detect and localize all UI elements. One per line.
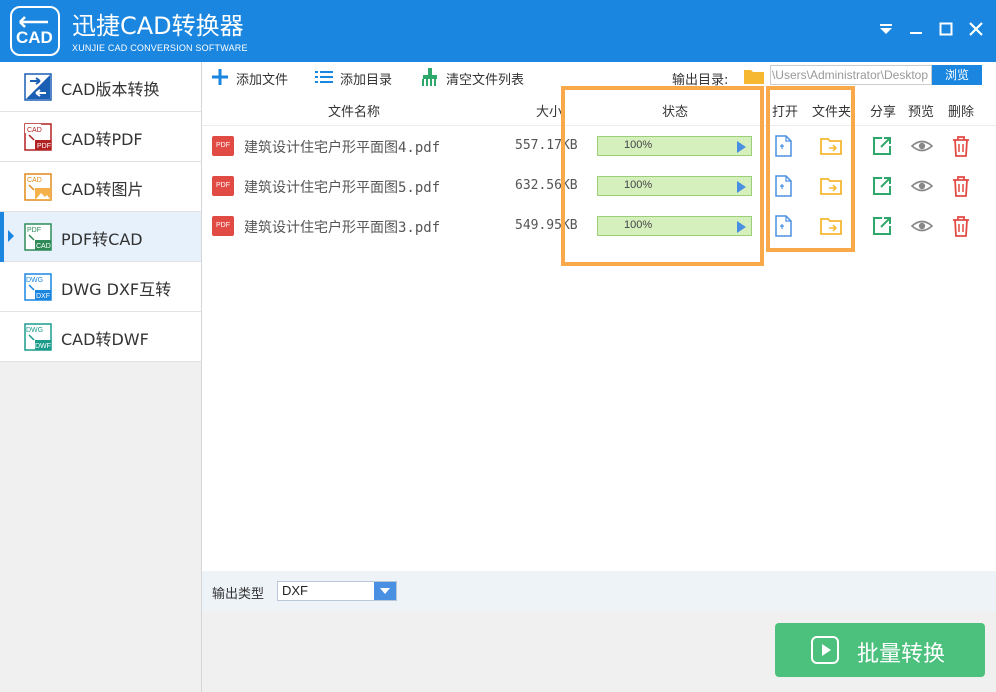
header-share: 分享 [870, 105, 897, 120]
sidebar-item-label: DWG DXF互转 [61, 280, 172, 299]
file-name: 建筑设计住宅户形平面图4.pdf [244, 140, 441, 156]
svg-text:CAD: CAD [36, 243, 51, 250]
cad-to-dwf-icon: DWG DWF [24, 323, 52, 351]
sidebar-item-label: PDF转CAD [61, 230, 143, 249]
status-highlight-box [561, 86, 764, 266]
play-icon [811, 636, 839, 664]
delete-trash-icon[interactable] [950, 215, 972, 237]
share-icon[interactable] [871, 175, 893, 197]
header-file-name: 文件名称 [328, 105, 381, 120]
app-logo: CAD [10, 6, 60, 56]
add-directory-label: 添加目录 [340, 73, 393, 88]
sidebar-item-cad-version[interactable]: CAD版本转换 [0, 62, 201, 112]
batch-convert-label: 批量转换 [857, 642, 946, 667]
output-type-label: 输出类型 [212, 587, 265, 602]
dwg-dxf-icon: DWG DXF [24, 273, 52, 301]
preview-eye-icon[interactable] [911, 175, 933, 197]
svg-text:CAD: CAD [27, 127, 42, 134]
sidebar-item-cad-to-image[interactable]: CAD CAD转图片 [0, 162, 201, 212]
share-icon[interactable] [871, 135, 893, 157]
cad-to-pdf-icon: CAD PDF [24, 123, 52, 151]
sidebar-item-cad-to-pdf[interactable]: CAD PDF CAD转PDF [0, 112, 201, 162]
svg-text:CAD: CAD [27, 177, 42, 184]
broom-icon [422, 68, 437, 86]
maximize-icon[interactable] [935, 18, 957, 40]
pdf-file-icon: PDF [212, 216, 234, 236]
actions-highlight-box [766, 86, 855, 252]
sidebar-item-label: CAD版本转换 [61, 80, 160, 99]
app-title: 迅捷CAD转换器 [72, 12, 244, 40]
pdf-to-cad-icon: PDF CAD [24, 223, 52, 251]
sidebar-item-label: CAD转图片 [61, 180, 144, 199]
output-type-value: DXF [282, 583, 308, 598]
output-type-select[interactable]: DXF [277, 581, 397, 601]
sidebar-item-label: CAD转PDF [61, 130, 143, 149]
file-name: 建筑设计住宅户形平面图5.pdf [244, 180, 441, 196]
add-file-button[interactable]: 添加文件 [210, 67, 300, 88]
cad-to-image-icon: CAD [24, 173, 52, 201]
cad-version-icon [24, 73, 52, 101]
output-path-field[interactable]: C:\Users\Administrator\Desktop [770, 65, 932, 85]
logo-text: CAD [16, 28, 53, 47]
svg-text:DXF: DXF [36, 293, 50, 300]
title-bar: CAD 迅捷CAD转换器 XUNJIE CAD CONVERSION SOFTW… [0, 0, 996, 62]
svg-text:DWG: DWG [26, 327, 43, 334]
active-indicator [0, 212, 4, 262]
sidebar-item-pdf-to-cad[interactable]: PDF CAD PDF转CAD [0, 212, 201, 262]
sidebar-item-cad-to-dwf[interactable]: DWG DWF CAD转DWF [0, 312, 201, 362]
active-arrow-icon [8, 230, 14, 242]
plus-icon [212, 69, 228, 85]
batch-convert-button[interactable]: 批量转换 [775, 623, 985, 677]
clear-list-button[interactable]: 清空文件列表 [420, 67, 530, 88]
svg-text:DWF: DWF [35, 343, 51, 350]
header-size: 大小 [536, 105, 563, 120]
pdf-file-icon: PDF [212, 136, 234, 156]
delete-trash-icon[interactable] [950, 135, 972, 157]
svg-text:PDF: PDF [27, 227, 41, 234]
bottom-panel: 输出类型 DXF 批量转换 [202, 571, 996, 692]
svg-text:PDF: PDF [37, 143, 51, 150]
output-type-strip: 输出类型 DXF [202, 571, 996, 611]
close-icon[interactable] [965, 18, 987, 40]
clear-list-label: 清空文件列表 [446, 73, 525, 88]
dropdown-menu-icon[interactable] [875, 18, 897, 40]
header-delete: 删除 [948, 105, 975, 120]
add-file-label: 添加文件 [236, 73, 289, 88]
preview-eye-icon[interactable] [911, 215, 933, 237]
sidebar: CAD版本转换 CAD PDF CAD转PDF CAD CAD转图片 PDF C… [0, 62, 202, 692]
preview-eye-icon[interactable] [911, 135, 933, 157]
list-icon [315, 71, 333, 83]
app-subtitle: XUNJIE CAD CONVERSION SOFTWARE [72, 43, 248, 53]
file-name: 建筑设计住宅户形平面图3.pdf [244, 220, 441, 236]
chevron-down-icon[interactable] [374, 582, 396, 600]
header-preview: 预览 [908, 105, 935, 120]
pdf-file-icon: PDF [212, 176, 234, 196]
browse-button[interactable]: 浏览 [932, 65, 982, 85]
folder-icon[interactable] [743, 67, 765, 85]
add-directory-button[interactable]: 添加目录 [314, 67, 404, 88]
svg-text:DWG: DWG [26, 277, 43, 284]
delete-trash-icon[interactable] [950, 175, 972, 197]
share-icon[interactable] [871, 215, 893, 237]
sidebar-item-label: CAD转DWF [61, 330, 149, 349]
minimize-icon[interactable] [905, 18, 927, 40]
sidebar-item-dwg-dxf[interactable]: DWG DXF DWG DXF互转 [0, 262, 201, 312]
